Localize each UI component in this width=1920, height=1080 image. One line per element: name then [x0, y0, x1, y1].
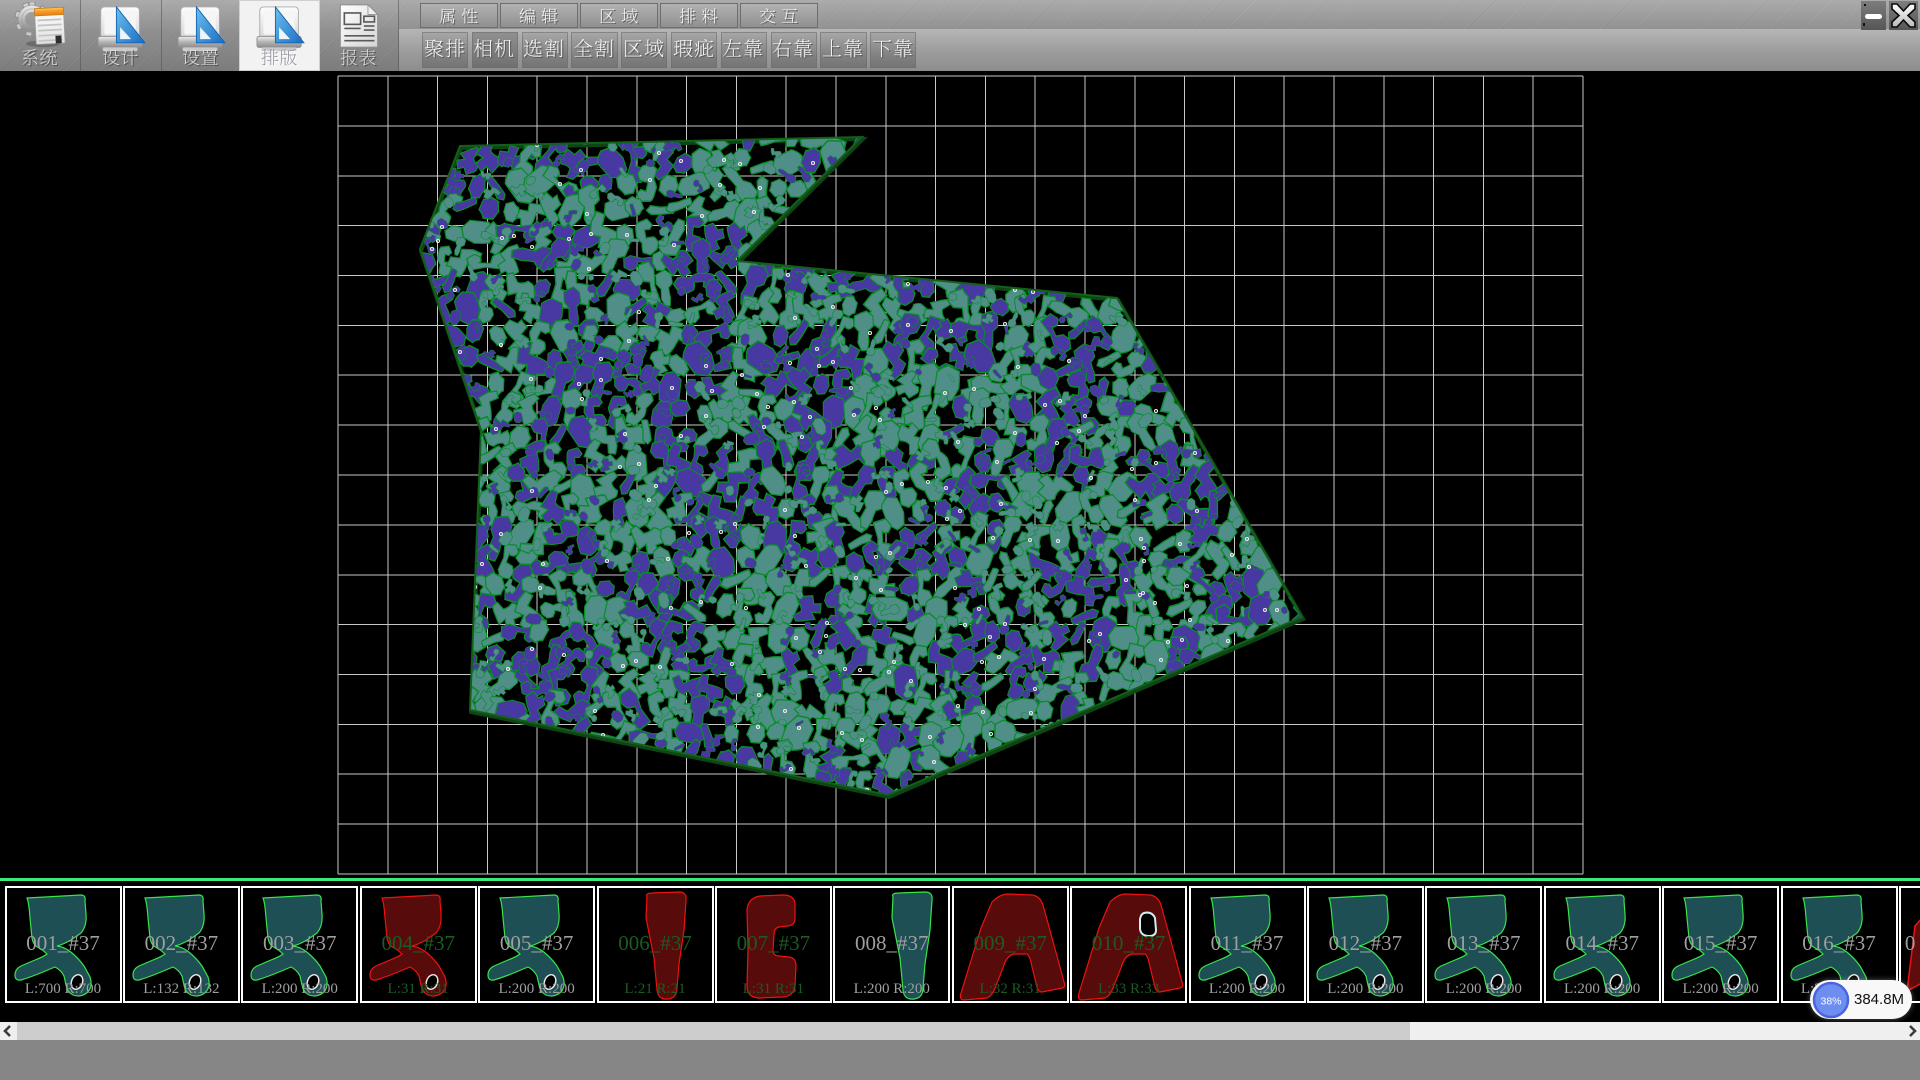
svg-text:38%: 38% [1820, 995, 1841, 1007]
